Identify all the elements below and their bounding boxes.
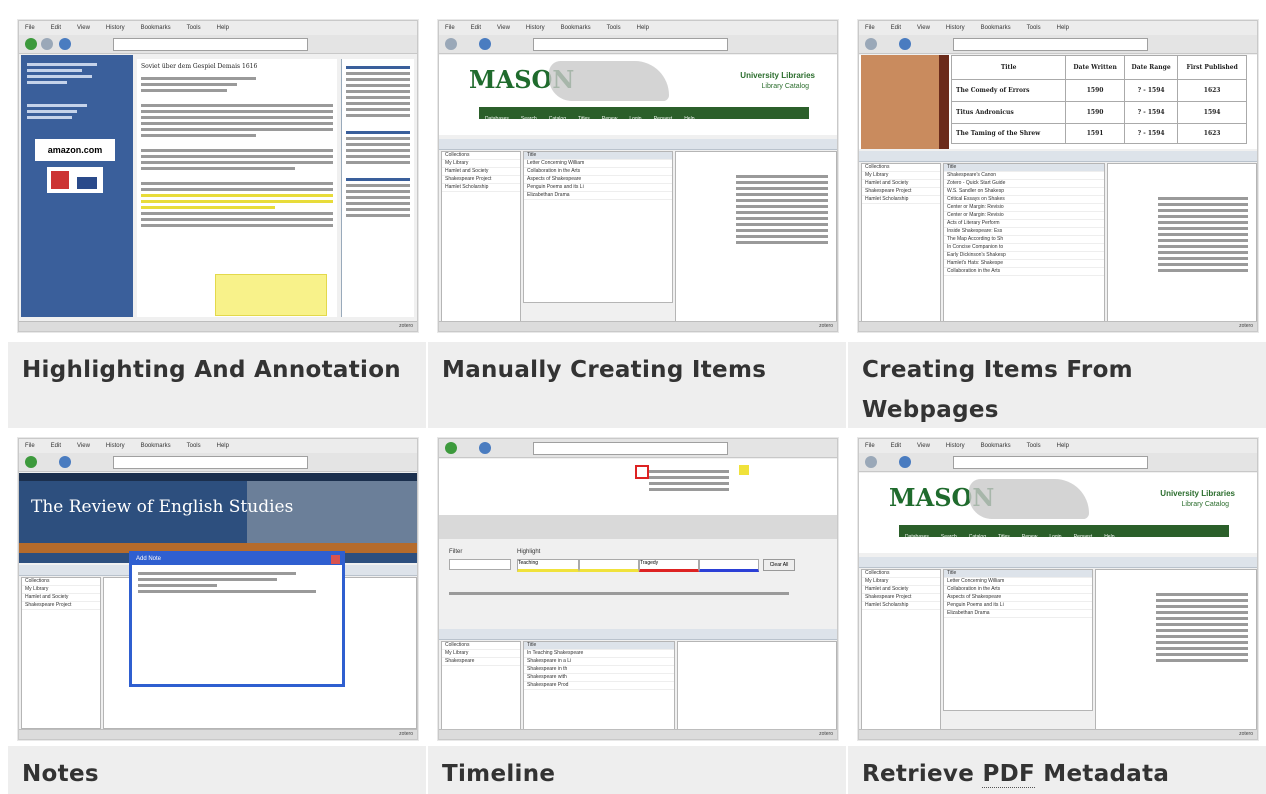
- dialog-title: Add Note: [132, 554, 342, 565]
- library-subtitle: Library Catalog: [761, 83, 809, 90]
- pdf-abbreviation[interactable]: PDF: [982, 761, 1035, 788]
- timeline-band[interactable]: [439, 459, 837, 539]
- thumbnail-highlighting[interactable]: File Edit View History Bookmarks Tools Help am…: [18, 20, 418, 332]
- highlight-tragedy[interactable]: Tragedy: [639, 559, 699, 572]
- tile-caption[interactable]: Notes: [8, 746, 426, 794]
- thumbnail-webpage-items[interactable]: File Edit View History Bookmarks Tools Help Ti…: [858, 20, 1258, 332]
- journal-title: The Review of English Studies: [31, 497, 294, 517]
- gallery-tile-webpage-items[interactable]: File Edit View History Bookmarks Tools Help Ti…: [848, 10, 1266, 428]
- clear-all-button[interactable]: Clear All: [763, 559, 795, 571]
- thumbnail-notes[interactable]: File Edit View History Bookmarks Tools Help Th…: [18, 438, 418, 740]
- caption-post: Metadata: [1035, 761, 1170, 787]
- thumbnail-timeline[interactable]: Filter Highlight Teaching Tragedy Clear …: [438, 438, 838, 740]
- amazon-logo: amazon.com: [35, 139, 115, 161]
- library-title: University Libraries: [1160, 489, 1235, 498]
- gallery-tile-manual-items[interactable]: File Edit View History Bookmarks Tools Help MA…: [428, 10, 846, 428]
- tile-caption[interactable]: Retrieve PDF Metadata: [848, 746, 1266, 794]
- highlight-teaching[interactable]: Teaching: [517, 559, 579, 572]
- caption-pre: Retrieve: [862, 761, 983, 787]
- tile-caption[interactable]: Timeline: [428, 746, 846, 794]
- filter-label: Filter: [449, 549, 463, 555]
- gallery-tile-pdf-metadata[interactable]: File Edit View History Bookmarks Tools Help MA…: [848, 428, 1266, 794]
- tile-caption[interactable]: Manually Creating Items: [428, 342, 846, 428]
- library-subtitle: Library Catalog: [1181, 501, 1229, 508]
- tile-caption[interactable]: Creating Items From Webpages: [848, 342, 1266, 428]
- library-title: University Libraries: [740, 71, 815, 80]
- annotation-note[interactable]: [215, 274, 327, 316]
- gallery-tile-timeline[interactable]: Filter Highlight Teaching Tragedy Clear …: [428, 428, 846, 794]
- add-note-dialog[interactable]: Add Note: [129, 551, 345, 687]
- payment-logo: [47, 167, 103, 193]
- dialog-close-icon[interactable]: [331, 555, 340, 564]
- thumbnail-pdf-metadata[interactable]: File Edit View History Bookmarks Tools Help MA…: [858, 438, 1258, 740]
- gallery-tile-notes[interactable]: File Edit View History Bookmarks Tools Help Th…: [8, 428, 426, 794]
- tile-caption[interactable]: Highlighting And Annotation: [8, 342, 426, 428]
- thumbnail-manual-items[interactable]: File Edit View History Bookmarks Tools Help MA…: [438, 20, 838, 332]
- gallery-tile-highlighting[interactable]: File Edit View History Bookmarks Tools Help am…: [8, 10, 426, 428]
- screenshot-gallery: File Edit View History Bookmarks Tools Help am…: [0, 0, 1266, 794]
- highlight-label: Highlight: [517, 549, 541, 555]
- plays-table: Title Date Written Date Range First Publ…: [950, 55, 1247, 144]
- document-title: Soviet über dem Gespiel Demais 1616: [141, 63, 258, 70]
